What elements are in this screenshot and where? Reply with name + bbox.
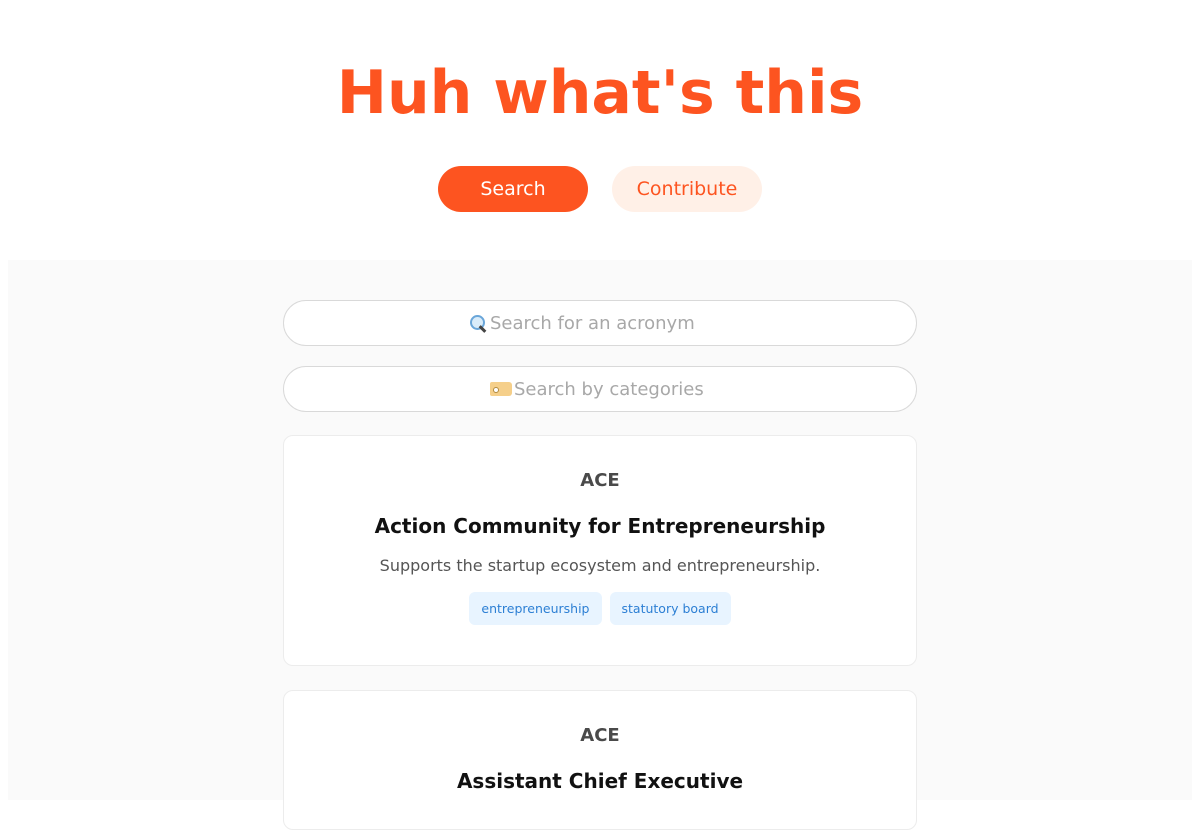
acronym-search-box[interactable] [283,300,917,346]
category-search-input[interactable] [514,378,710,400]
magnifying-glass-icon [470,315,486,331]
search-tab-button[interactable]: Search [438,166,588,212]
tag-chip[interactable]: entrepreneurship [469,592,602,625]
page-title: Huh what's this [336,58,864,128]
nav-tabs: Search Contribute [438,166,762,212]
label-tag-icon [490,382,512,396]
result-card: ACE Action Community for Entrepreneurshi… [283,435,917,666]
result-description: Supports the startup ecosystem and entre… [379,556,821,575]
contribute-tab-button[interactable]: Contribute [612,166,762,212]
category-search-box[interactable] [283,366,917,412]
result-tags: entrepreneurship statutory board [284,592,916,625]
result-acronym: ACE [580,470,620,491]
page-header: Huh what's this Search Contribute [0,0,1200,260]
result-card: ACE Assistant Chief Executive [283,690,917,830]
results-panel: ACE Action Community for Entrepreneurshi… [8,260,1192,830]
tag-chip[interactable]: statutory board [609,592,731,625]
result-full-name: Assistant Chief Executive [456,769,744,793]
acronym-search-input[interactable] [490,312,730,334]
result-acronym: ACE [580,725,620,746]
result-full-name: Action Community for Entrepreneurship [374,514,826,538]
